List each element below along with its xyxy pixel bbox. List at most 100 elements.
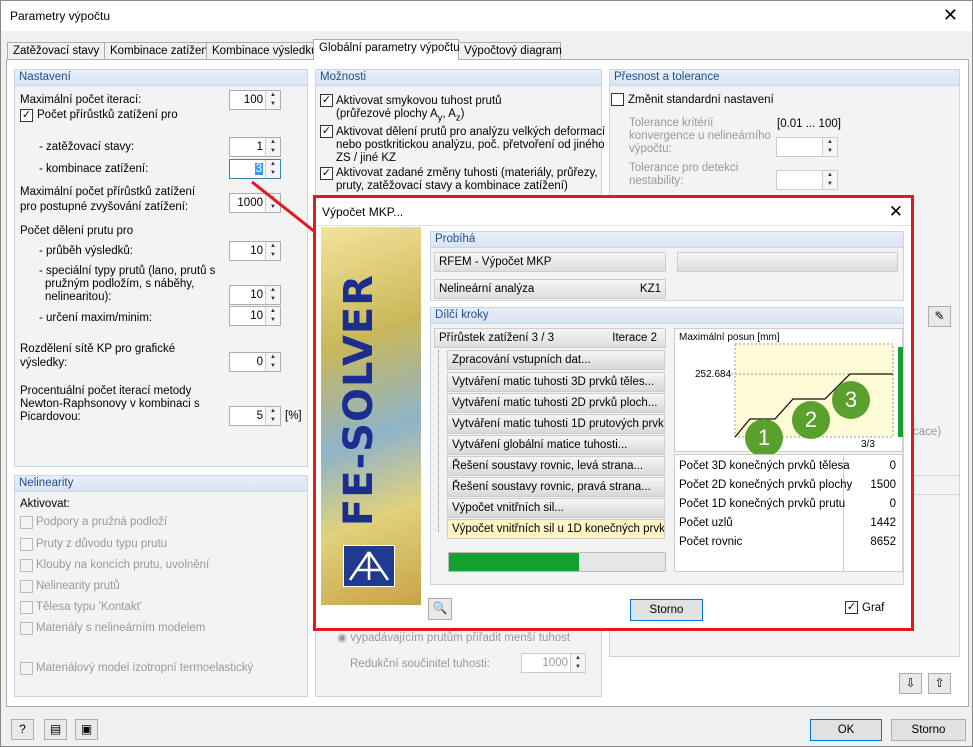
tolerance-range: [0.01 ... 100] xyxy=(777,118,841,130)
max-iter-label: Maximální počet iterací: xyxy=(20,94,142,106)
export-icon[interactable]: ⇧ xyxy=(928,673,951,694)
percent-label-1: Procentuální počet iterací metody xyxy=(20,385,192,397)
graph-checkbox[interactable]: ✓ xyxy=(845,601,858,614)
in-progress-header: Probíhá xyxy=(431,232,903,248)
activate-label: Aktivovat: xyxy=(20,498,70,510)
displacement-graph: Maximální posun [mm] 252.684 3/3 1 2 3 xyxy=(674,328,903,457)
options-header: Možnosti xyxy=(316,70,601,86)
mesh-label-1: Rozdělení sítě KP pro grafické xyxy=(20,343,176,355)
hinges-checkbox[interactable] xyxy=(20,559,33,572)
banner-text: FE-SOLVER xyxy=(336,273,383,527)
special-members-label-3: nelinearitou): xyxy=(45,291,112,303)
supports-checkbox[interactable] xyxy=(20,516,33,529)
reduction-label: Redukční součinitel tuhosti: xyxy=(350,658,490,670)
special-members-label-1: - speciální typy prutů (lano, prutů s xyxy=(39,265,216,277)
load-cases-spinner[interactable]: 1 ▲ ▼ xyxy=(229,137,281,157)
ok-button[interactable]: OK xyxy=(810,719,882,741)
dialog-cancel-button[interactable]: Storno xyxy=(630,599,703,621)
percent-spinner[interactable]: 5 ▲ ▼ xyxy=(229,406,281,426)
marker-3: 3 xyxy=(832,381,870,419)
increments-checkbox[interactable]: ✓ xyxy=(20,109,33,122)
contact-solids-label: Tělesa typu 'Kontakt' xyxy=(36,601,143,613)
stiffness-changes-checkbox[interactable]: ✓ xyxy=(320,167,333,180)
stiffness-changes-label-2: pruty, zatěžovací stavy a kombinace zatí… xyxy=(336,180,568,192)
stat-row: Počet 3D konečných prvků tělesa 0 xyxy=(679,460,896,472)
shear-stiffness-checkbox[interactable]: ✓ xyxy=(320,94,333,107)
tolerance-label-2: konvergence u nelineárního xyxy=(629,130,771,142)
dialog-title: Výpočet MKP... xyxy=(322,205,404,219)
result-course-label: - průběh výsledků: xyxy=(39,245,133,257)
special-members-spinner[interactable]: 10 ▲ ▼ xyxy=(229,285,281,305)
result-course-spinner[interactable]: 10 ▲ ▼ xyxy=(229,241,281,261)
thermoelastic-checkbox[interactable] xyxy=(20,662,33,675)
contact-solids-checkbox[interactable] xyxy=(20,601,33,614)
dialog-close-icon[interactable]: ✕ xyxy=(889,202,903,222)
member-division-label-2: nebo postkritickou analýzu, poč. přetvoř… xyxy=(336,139,605,151)
truncated-text: cace) xyxy=(913,426,942,438)
task-progress xyxy=(677,252,898,272)
increments-label: Počet přírůstků zatížení pro xyxy=(37,109,178,121)
load-cases-label: - zatěžovací stavy: xyxy=(39,141,135,153)
thermoelastic-label: Materiálový model izotropní termoelastic… xyxy=(36,662,254,674)
members-type-checkbox[interactable] xyxy=(20,538,33,551)
save-icon[interactable]: ▣ xyxy=(75,719,98,740)
combinations-label: - kombinace zatížení: xyxy=(39,163,149,175)
step-1d-internal-forces: Výpočet vnitřních sil u 1D konečných prv… xyxy=(447,519,665,539)
nonlinear-materials-checkbox[interactable] xyxy=(20,622,33,635)
stat-row: Počet 2D konečných prvků plochy 1500 xyxy=(679,479,896,491)
stat-row: Počet rovnic 8652 xyxy=(679,536,896,548)
max-increments-spinner[interactable]: 1000 ▲ ▼ xyxy=(229,193,281,213)
percent-unit: [%] xyxy=(285,410,302,422)
tab-calculation-diagram[interactable]: Výpočtový diagram xyxy=(458,42,562,59)
stats-table: Počet 3D konečných prvků tělesa 0 Počet 2… xyxy=(674,454,903,572)
increment-bar: Přírůstek zatížení 3 / 3 Iterace 2 xyxy=(434,328,666,348)
max-increments-label-2: pro postupné zvyšování zatížení: xyxy=(20,201,189,213)
member-nonlinearity-checkbox[interactable] xyxy=(20,580,33,593)
stat-row: Počet 1D konečných prvků prutu 0 xyxy=(679,498,896,510)
window-title: Parametry výpočtu xyxy=(10,9,111,23)
mesh-label-2: výsledky: xyxy=(20,357,68,369)
special-members-label-2: pružným podložím, s náběhy, xyxy=(45,278,195,290)
tab-load-cases[interactable]: Zatěžovací stavy xyxy=(7,42,105,59)
step-solve-left: Řešení soustavy rovnic, levá strana... xyxy=(447,456,665,476)
change-defaults-checkbox[interactable] xyxy=(611,93,624,106)
step-solve-right: Řešení soustavy rovnic, pravá strana... xyxy=(447,477,665,497)
progress-bar xyxy=(448,552,666,572)
supports-label: Podpory a pružná podloží xyxy=(36,516,168,528)
division-label: Počet dělení prutu pro xyxy=(20,225,134,237)
max-iter-spinner[interactable]: 100 ▲ ▼ xyxy=(229,90,281,110)
import-icon[interactable]: ⇩ xyxy=(899,673,922,694)
mesh-spinner[interactable]: 0 ▲ ▼ xyxy=(229,352,281,372)
step-3d-matrices: Vytváření matic tuhosti 3D prvků těles..… xyxy=(447,372,665,392)
magnifier-icon[interactable]: 🔍 xyxy=(428,598,452,620)
max-increments-label-1: Maximální počet přírůstků zatížení xyxy=(20,186,196,198)
hinges-label: Klouby na koncích prutu, uvolnění xyxy=(36,559,210,571)
tab-global-parameters[interactable]: Globální parametry výpočtu xyxy=(313,39,460,60)
fe-solver-banner: FE-SOLVER xyxy=(321,227,421,605)
help-icon[interactable]: ? xyxy=(11,719,34,740)
combinations-spinner[interactable]: 3 ▲ ▼ xyxy=(229,159,281,179)
close-icon[interactable]: ✕ xyxy=(943,5,958,26)
member-division-checkbox[interactable]: ✓ xyxy=(320,125,333,138)
shear-stiffness-label-1: Aktivovat smykovou tuhost prutů xyxy=(336,95,502,107)
reduction-spinner[interactable]: 1000 ▲ ▼ xyxy=(521,653,586,673)
graph-plot xyxy=(727,343,903,438)
cancel-button[interactable]: Storno xyxy=(891,719,966,741)
edit-icon[interactable]: ✎ xyxy=(928,306,951,327)
stiffness-changes-label-1: Aktivovat zadané změny tuhosti (materiál… xyxy=(336,167,598,179)
percent-label-3: Picardovou: xyxy=(20,411,81,423)
tolerance-spinner[interactable]: ▲ ▼ xyxy=(776,137,838,157)
tab-result-combinations[interactable]: Kombinace výsledků xyxy=(206,42,317,59)
open-icon[interactable]: ▤ xyxy=(44,719,67,740)
instability-spinner[interactable]: ▲ ▼ xyxy=(776,170,838,190)
member-division-label-1: Aktivovat dělení prutů pro analýzu velký… xyxy=(336,126,606,138)
instability-label-2: nestability: xyxy=(629,175,684,187)
extremes-label: - určení maxim/minim: xyxy=(39,312,153,324)
marker-1: 1 xyxy=(745,419,783,457)
step-internal-forces: Výpočet vnitřních sil... xyxy=(447,498,665,518)
extremes-spinner[interactable]: 10 ▲ ▼ xyxy=(229,306,281,326)
instability-label-1: Tolerance pro detekci xyxy=(629,162,739,174)
nonlinear-materials-label: Materiály s nelineárním modelem xyxy=(36,622,206,634)
tab-load-combinations[interactable]: Kombinace zatížení xyxy=(104,42,211,59)
step-input-data: Zpracování vstupních dat... xyxy=(447,350,665,370)
